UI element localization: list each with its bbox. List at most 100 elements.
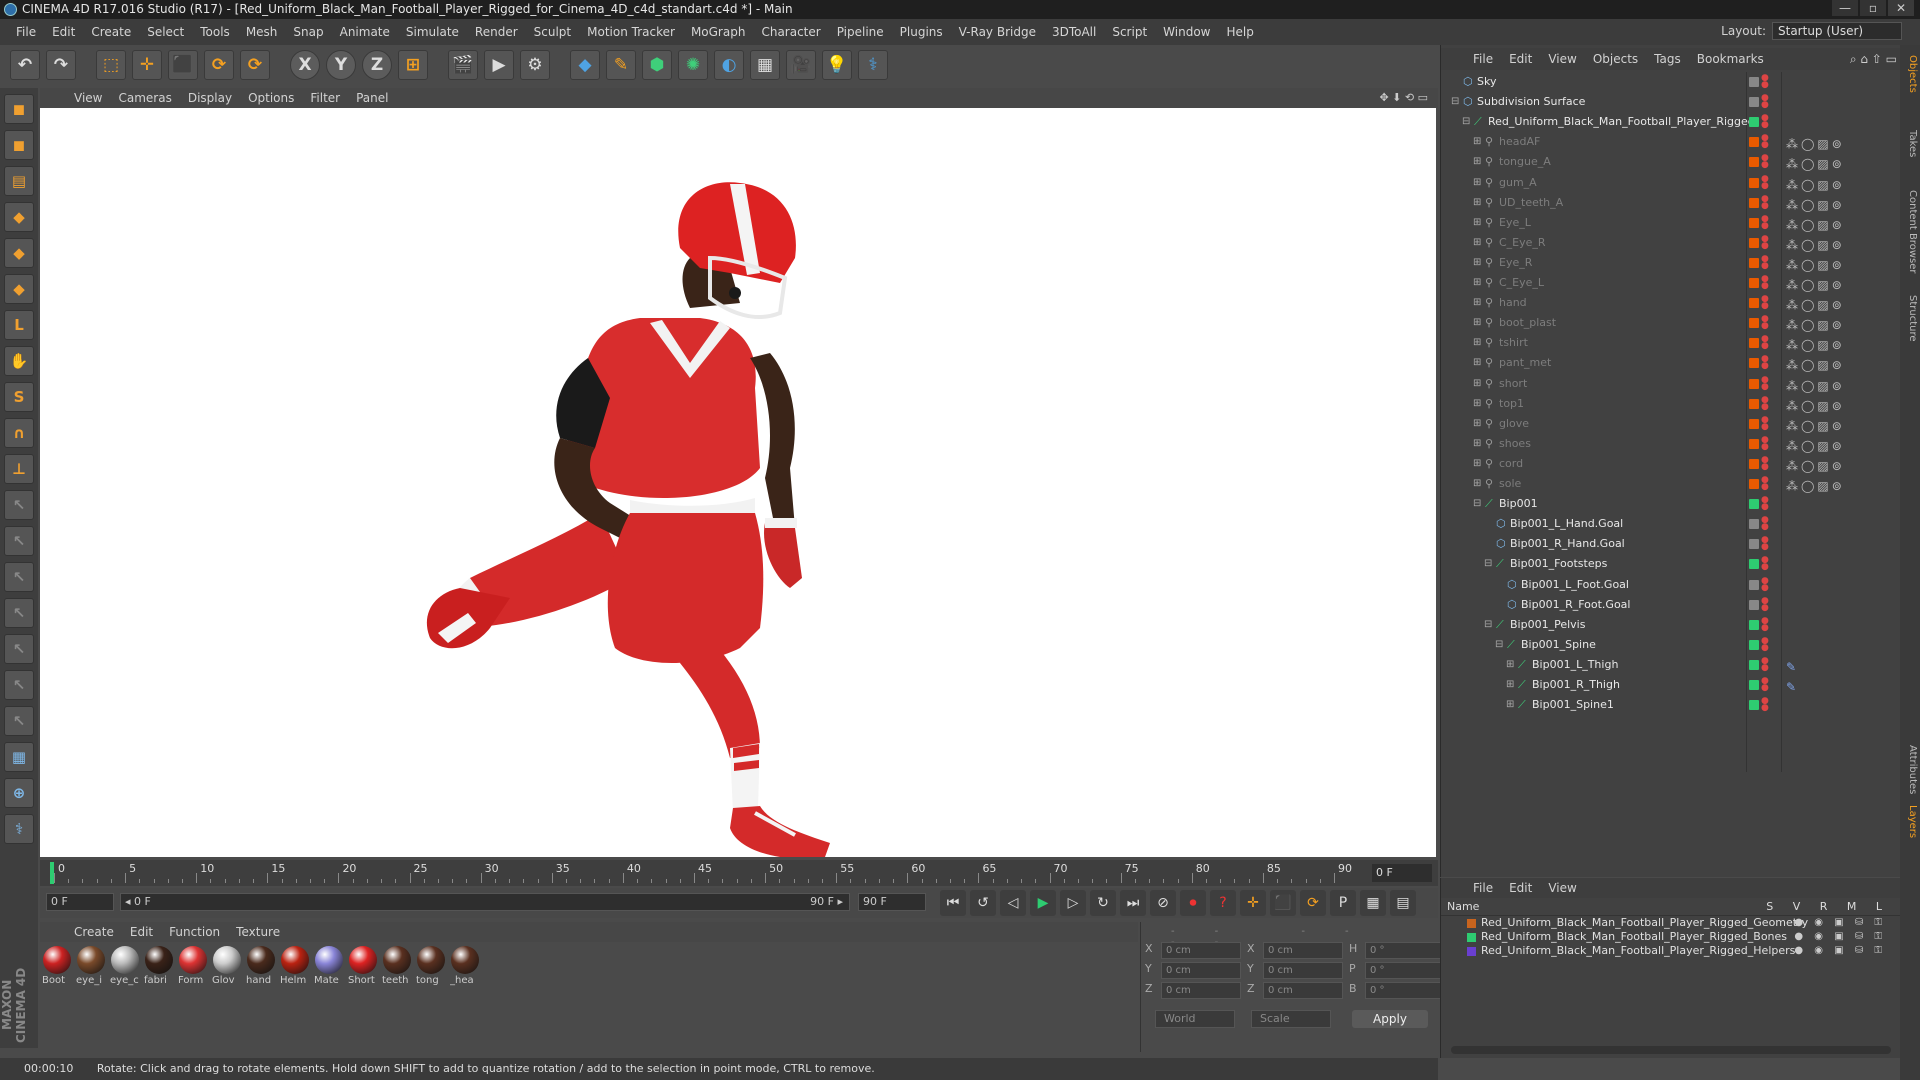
layer-menu-file[interactable]: File bbox=[1465, 881, 1501, 895]
viewport-menu-options[interactable]: Options bbox=[240, 91, 302, 105]
record-back-icon[interactable]: ↺ bbox=[970, 890, 996, 916]
expand-toggle-icon[interactable]: ⊞ bbox=[1473, 132, 1481, 152]
left-tool-10-icon[interactable]: ⊥ bbox=[4, 454, 34, 484]
apply-button[interactable]: Apply bbox=[1352, 1010, 1428, 1028]
camera-icon[interactable]: 🎥 bbox=[786, 50, 816, 80]
object-tags-icon[interactable]: ⁂◯▨⊚ bbox=[1786, 195, 1845, 215]
layer-color-tag[interactable] bbox=[1749, 458, 1759, 469]
layer-color-tag[interactable] bbox=[1749, 237, 1759, 248]
object-row[interactable]: ⊞ ⚲ headAF ● ● ⁂◯▨⊚ bbox=[1441, 132, 1901, 152]
expand-toggle-icon[interactable]: ⊞ bbox=[1473, 333, 1481, 353]
visibility-dots-icon[interactable]: ● ● bbox=[1761, 94, 1769, 110]
visibility-dots-icon[interactable]: ● ● bbox=[1761, 697, 1769, 713]
side-tab-content-browser[interactable]: Content Browser bbox=[1902, 190, 1918, 273]
layout-dropdown[interactable]: Startup (User) bbox=[1772, 22, 1902, 40]
object-row[interactable]: ⬡ Bip001_L_Foot.Goal ● ● bbox=[1441, 575, 1901, 595]
expand-toggle-icon[interactable]: ⊟ bbox=[1451, 92, 1459, 112]
material-item[interactable]: hand bbox=[246, 946, 276, 1048]
material-swatch[interactable] bbox=[451, 946, 479, 974]
layer-color-tag[interactable] bbox=[1749, 257, 1759, 268]
visibility-dots-icon[interactable]: ● ● bbox=[1761, 134, 1769, 150]
record-keyframe-icon[interactable]: ⏺ bbox=[1180, 890, 1206, 916]
expand-toggle-icon[interactable]: ⊞ bbox=[1506, 655, 1514, 675]
expand-toggle-icon[interactable]: ⊞ bbox=[1473, 454, 1481, 474]
expand-toggle-icon[interactable]: ⊞ bbox=[1473, 313, 1481, 333]
menu-file[interactable]: File bbox=[8, 25, 44, 39]
layer-toggle-icons[interactable]: ● ◉ ▣ ⛁ ⚿ bbox=[1794, 930, 1886, 944]
object-row[interactable]: ⊞ ⚲ C_Eye_R ● ● ⁂◯▨⊚ bbox=[1441, 233, 1901, 253]
coord-size-field[interactable]: 0 cm bbox=[1263, 962, 1343, 979]
ik-tag-icon[interactable]: ✎ bbox=[1786, 677, 1799, 697]
visibility-dots-icon[interactable]: ● ● bbox=[1761, 395, 1769, 411]
left-tool-17-icon[interactable]: ↖ bbox=[4, 706, 34, 736]
material-swatch[interactable] bbox=[349, 946, 377, 974]
visibility-dots-icon[interactable]: ● ● bbox=[1761, 114, 1769, 130]
menu-create[interactable]: Create bbox=[83, 25, 139, 39]
object-row[interactable]: ⊞ ⚲ C_Eye_L ● ● ⁂◯▨⊚ bbox=[1441, 273, 1901, 293]
layer-color-tag[interactable] bbox=[1749, 278, 1759, 288]
object-row[interactable]: ⬡ Bip001_R_Foot.Goal ● ● bbox=[1441, 595, 1901, 615]
playhead[interactable] bbox=[50, 862, 54, 884]
left-tool-16-icon[interactable]: ↖ bbox=[4, 670, 34, 700]
visibility-dots-icon[interactable]: ● ● bbox=[1761, 516, 1769, 532]
side-tab-structure[interactable]: Structure bbox=[1902, 295, 1918, 342]
ik-tag-icon[interactable]: ✎ bbox=[1786, 657, 1799, 677]
object-row[interactable]: ⊟ ⟋ Bip001_Spine ● ● bbox=[1441, 635, 1901, 655]
visibility-dots-icon[interactable]: ● ● bbox=[1761, 254, 1769, 270]
expand-toggle-icon[interactable]: ⊞ bbox=[1473, 474, 1481, 494]
visibility-dots-icon[interactable]: ● ● bbox=[1761, 435, 1769, 451]
visibility-dots-icon[interactable]: ● ● bbox=[1761, 556, 1769, 572]
key-position-icon[interactable]: ✛ bbox=[1240, 890, 1266, 916]
floor-icon[interactable]: ▦ bbox=[750, 50, 780, 80]
expand-toggle-icon[interactable]: ⊞ bbox=[1473, 233, 1481, 253]
layer-color-tag[interactable] bbox=[1749, 137, 1759, 148]
object-row[interactable]: ⊞ ⟋ Bip001_L_Thigh ● ● ✎ bbox=[1441, 655, 1901, 675]
object-tags-icon[interactable]: ⁂◯▨⊚ bbox=[1786, 134, 1845, 154]
visibility-dots-icon[interactable]: ● ● bbox=[1761, 214, 1769, 230]
menu-v-ray-bridge[interactable]: V-Ray Bridge bbox=[951, 25, 1044, 39]
object-row[interactable]: ⊞ ⚲ hand ● ● ⁂◯▨⊚ bbox=[1441, 293, 1901, 313]
deformer-icon[interactable]: ◐ bbox=[714, 50, 744, 80]
material-swatch[interactable] bbox=[111, 946, 139, 974]
coord-size-field[interactable]: 0 cm bbox=[1263, 982, 1343, 999]
visibility-dots-icon[interactable]: ● ● bbox=[1761, 496, 1769, 512]
material-item[interactable]: tong bbox=[416, 946, 446, 1048]
maximize-button[interactable]: ▫ bbox=[1860, 0, 1886, 16]
layer-color-tag[interactable] bbox=[1749, 579, 1759, 590]
object-row[interactable]: ⬡ Bip001_L_Hand.Goal ● ● bbox=[1441, 514, 1901, 534]
menu-simulate[interactable]: Simulate bbox=[398, 25, 467, 39]
expand-toggle-icon[interactable]: ⊞ bbox=[1473, 152, 1481, 172]
visibility-dots-icon[interactable]: ● ● bbox=[1761, 174, 1769, 190]
visibility-dots-icon[interactable]: ● ● bbox=[1761, 315, 1769, 331]
object-row[interactable]: ⬡ Bip001_R_Hand.Goal ● ● bbox=[1441, 534, 1901, 554]
live-selection-icon[interactable]: ⬚ bbox=[96, 50, 126, 80]
menu-snap[interactable]: Snap bbox=[285, 25, 331, 39]
object-tags-icon[interactable]: ⁂◯▨⊚ bbox=[1786, 396, 1845, 416]
left-tool-5-icon[interactable]: ◆ bbox=[4, 274, 34, 304]
object-menu-file[interactable]: File bbox=[1465, 52, 1501, 66]
visibility-dots-icon[interactable]: ● ● bbox=[1761, 636, 1769, 652]
object-tags-icon[interactable]: ⁂◯▨⊚ bbox=[1786, 295, 1845, 315]
object-row[interactable]: ⊞ ⚲ sole ● ● ⁂◯▨⊚ bbox=[1441, 474, 1901, 494]
left-tool-13-icon[interactable]: ↖ bbox=[4, 562, 34, 592]
key-pla-icon[interactable]: ▦ bbox=[1360, 890, 1386, 916]
end-frame-field[interactable]: 90 F bbox=[858, 893, 926, 911]
left-tool-8-icon[interactable]: S bbox=[4, 382, 34, 412]
menu-3dtoall[interactable]: 3DToAll bbox=[1044, 25, 1104, 39]
current-frame-field[interactable]: 0 F bbox=[46, 893, 114, 911]
coord-rot-field[interactable]: 0 ° bbox=[1365, 942, 1445, 959]
left-tool-4-icon[interactable]: ◆ bbox=[4, 238, 34, 268]
left-tool-7-icon[interactable]: ✋ bbox=[4, 346, 34, 376]
object-tags-icon[interactable]: ⁂◯▨⊚ bbox=[1786, 335, 1845, 355]
y-axis-icon[interactable]: Y bbox=[326, 50, 356, 80]
material-item[interactable]: Form bbox=[178, 946, 208, 1048]
viewport-menu-filter[interactable]: Filter bbox=[302, 91, 348, 105]
expand-toggle-icon[interactable]: ⊟ bbox=[1484, 554, 1492, 574]
rotate-icon[interactable]: ⟳ bbox=[204, 50, 234, 80]
layer-color-tag[interactable] bbox=[1749, 338, 1759, 349]
object-tags-icon[interactable]: ⁂◯▨⊚ bbox=[1786, 436, 1845, 456]
object-menu-bookmarks[interactable]: Bookmarks bbox=[1689, 52, 1772, 66]
layer-color-tag[interactable] bbox=[1749, 639, 1759, 650]
frame-range-slider[interactable]: ◂ 0 F 90 F ▸ bbox=[120, 893, 850, 911]
menu-edit[interactable]: Edit bbox=[44, 25, 83, 39]
